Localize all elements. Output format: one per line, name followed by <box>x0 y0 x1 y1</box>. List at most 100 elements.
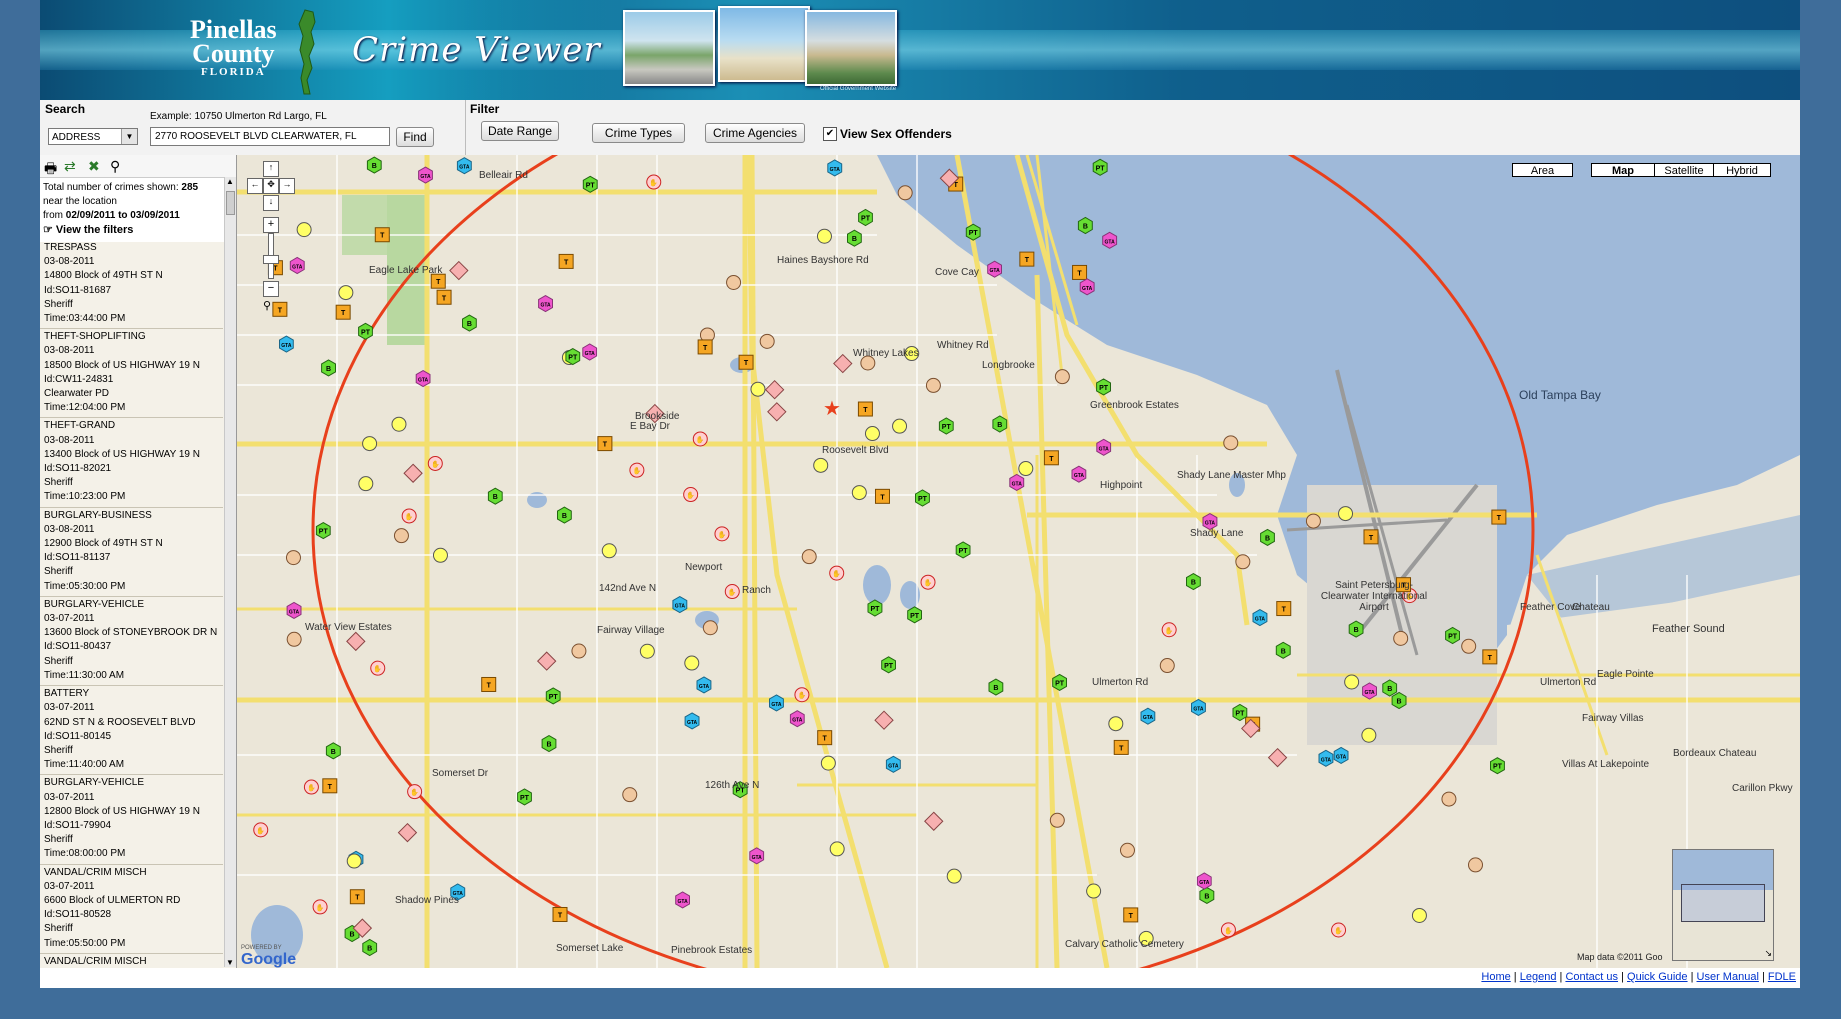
search-type-select[interactable]: ADDRESS ▼ <box>48 128 138 145</box>
map-type-map-button[interactable]: Map <box>1591 163 1655 177</box>
crime-marker[interactable] <box>449 260 469 281</box>
sidebar-scrollbar[interactable]: ▲ ▼ <box>224 177 236 967</box>
crime-marker[interactable] <box>285 550 301 566</box>
crime-marker[interactable] <box>358 476 374 492</box>
crime-marker[interactable] <box>622 787 638 803</box>
crime-marker[interactable] <box>702 620 718 636</box>
crime-marker[interactable] <box>571 643 587 659</box>
crime-marker[interactable] <box>1086 883 1102 899</box>
crime-marker[interactable] <box>684 655 700 671</box>
clear-icon[interactable]: ✖ <box>88 158 100 175</box>
crime-marker[interactable] <box>391 416 407 432</box>
crime-marker[interactable] <box>1119 842 1135 858</box>
crime-marker[interactable] <box>1393 630 1409 646</box>
find-button[interactable]: Find <box>396 127 434 147</box>
scroll-up-icon[interactable]: ▲ <box>226 177 234 186</box>
crime-marker[interactable] <box>639 643 655 659</box>
crime-marker[interactable] <box>1441 791 1457 807</box>
crime-marker[interactable] <box>1461 638 1477 654</box>
crime-marker[interactable] <box>924 811 944 831</box>
crime-marker[interactable] <box>1411 907 1427 923</box>
map-canvas[interactable]: ★ PT B GTA B PT PT ✋ ✋ B PT T PT T T GTA T GTA GTA GTA ✋ GTA… <box>237 155 1800 968</box>
scroll-down-icon[interactable]: ▼ <box>226 958 234 967</box>
legend-link[interactable]: Legend <box>1520 971 1557 983</box>
map-type-hybrid-button[interactable]: Hybrid <box>1713 163 1771 177</box>
crime-marker[interactable] <box>393 528 409 544</box>
crime-marker[interactable] <box>346 631 366 652</box>
home-link[interactable]: Home <box>1481 971 1510 983</box>
crime-marker[interactable] <box>1344 674 1360 690</box>
export-icon[interactable]: ⇄ <box>64 158 76 175</box>
crime-marker[interactable] <box>764 379 785 400</box>
crime-marker[interactable] <box>801 549 817 565</box>
crime-marker[interactable] <box>601 543 617 559</box>
view-filters-link[interactable]: ☞ View the filters <box>43 224 133 236</box>
crime-marker[interactable] <box>1338 506 1354 522</box>
magnifier-icon[interactable]: ⚲ <box>263 299 271 312</box>
crime-list-item[interactable]: VANDAL/CRIM MISCH 03-07-2011 6600 Block of… <box>40 865 223 954</box>
crime-marker[interactable] <box>1267 747 1288 768</box>
overview-viewport[interactable] <box>1681 884 1765 922</box>
crime-marker[interactable] <box>851 485 867 501</box>
pan-left-icon[interactable]: ← <box>247 178 263 194</box>
overview-map[interactable]: ↘ <box>1672 849 1774 961</box>
google-logo[interactable]: Google <box>241 951 296 968</box>
pan-down-icon[interactable]: ↓ <box>263 195 279 211</box>
crime-map[interactable]: ★ PT B GTA B PT PT ✋ ✋ B PT T PT T T GTA T GTA GTA GTA ✋ GTA… <box>237 155 1800 968</box>
crime-marker[interactable] <box>897 185 913 201</box>
crime-list-item[interactable]: VANDAL/CRIM MISCH <box>40 954 223 968</box>
map-type-satellite-button[interactable]: Satellite <box>1654 163 1714 177</box>
crime-marker[interactable] <box>1361 727 1377 743</box>
crime-marker[interactable] <box>338 285 354 301</box>
crime-marker[interactable] <box>296 222 312 238</box>
crime-types-button[interactable]: Crime Types <box>592 123 685 143</box>
user-manual-link[interactable]: User Manual <box>1697 971 1759 983</box>
date-range-button[interactable]: Date Range <box>481 121 559 141</box>
crime-marker[interactable] <box>286 631 302 647</box>
crime-marker[interactable] <box>536 651 557 671</box>
crime-marker[interactable] <box>1054 369 1070 385</box>
crime-marker[interactable] <box>820 755 836 771</box>
crime-marker[interactable] <box>829 841 845 857</box>
pin-icon[interactable]: ⚲ <box>110 158 120 175</box>
crime-agencies-button[interactable]: Crime Agencies <box>705 123 805 143</box>
crime-marker[interactable] <box>892 418 908 434</box>
crime-marker[interactable] <box>816 228 832 244</box>
crime-marker[interactable] <box>1108 716 1124 732</box>
crime-marker[interactable] <box>813 457 829 473</box>
crime-marker[interactable] <box>726 274 742 290</box>
crime-marker[interactable] <box>397 822 418 843</box>
address-input[interactable] <box>150 127 390 146</box>
crime-marker[interactable] <box>362 436 378 452</box>
crime-list-item[interactable]: BURGLARY-VEHICLE 03-07-2011 12800 Block of… <box>40 775 223 865</box>
crime-marker[interactable] <box>1468 857 1484 873</box>
crime-marker[interactable] <box>759 333 775 349</box>
crime-marker[interactable] <box>750 381 766 397</box>
crime-marker[interactable] <box>1305 513 1321 529</box>
crime-marker[interactable] <box>1049 812 1065 828</box>
zoom-out-icon[interactable]: − <box>263 281 279 297</box>
print-icon[interactable]: 🖶 <box>44 158 57 182</box>
crime-list-item[interactable]: THEFT-GRAND 03-08-2011 13400 Block of US H… <box>40 418 223 508</box>
zoom-slider-handle[interactable] <box>263 255 279 264</box>
crime-list-item[interactable]: BURGLARY-BUSINESS 03-08-2011 12900 Block o… <box>40 508 223 597</box>
crime-marker[interactable] <box>1159 658 1175 674</box>
sex-offenders-checkbox[interactable]: ✔ <box>823 127 837 141</box>
crime-list-item[interactable]: BATTERY 03-07-2011 62ND ST N & ROOSEVELT B… <box>40 686 223 776</box>
crime-marker[interactable] <box>346 853 362 869</box>
crime-marker[interactable] <box>925 377 941 393</box>
crime-marker[interactable] <box>864 426 880 442</box>
crime-marker[interactable] <box>432 547 448 563</box>
scroll-thumb[interactable] <box>226 191 235 215</box>
pan-up-icon[interactable]: ↑ <box>263 161 279 177</box>
crime-marker[interactable] <box>1018 461 1034 477</box>
pan-right-icon[interactable]: → <box>279 178 295 194</box>
pan-center-icon[interactable]: ✥ <box>263 178 279 194</box>
fdle-link[interactable]: FDLE <box>1768 971 1796 983</box>
crime-marker[interactable] <box>946 868 962 884</box>
overview-toggle-icon[interactable]: ↘ <box>1764 948 1772 959</box>
zoom-in-icon[interactable]: + <box>263 217 279 233</box>
crime-marker[interactable] <box>1223 435 1239 451</box>
area-button[interactable]: Area <box>1512 163 1573 177</box>
chevron-down-icon[interactable]: ▼ <box>121 129 137 144</box>
